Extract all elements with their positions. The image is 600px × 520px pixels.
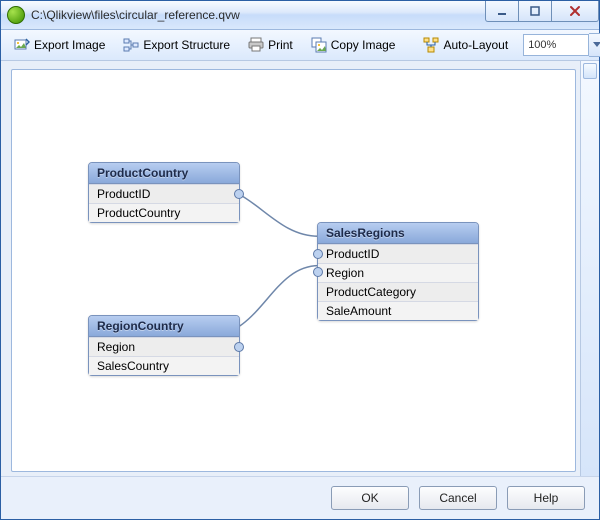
chevron-down-icon [593, 42, 600, 48]
table-header: SalesRegions [318, 223, 478, 244]
body-area: ProductCountry ProductID ProductCountry … [1, 61, 599, 476]
table-productcountry[interactable]: ProductCountry ProductID ProductCountry [88, 162, 240, 223]
connector-dot [234, 342, 244, 352]
zoom-dropdown[interactable] [589, 33, 600, 57]
help-button[interactable]: Help [507, 486, 585, 510]
ok-button[interactable]: OK [331, 486, 409, 510]
toolbar: Export Image Export Structure Print Copy… [1, 30, 599, 61]
export-structure-button[interactable]: Export Structure [116, 33, 237, 57]
table-regioncountry[interactable]: RegionCountry Region SalesCountry [88, 315, 240, 376]
table-field: Region [318, 263, 478, 282]
print-button[interactable]: Print [241, 33, 300, 57]
table-field: ProductID [318, 244, 478, 263]
table-header: ProductCountry [89, 163, 239, 184]
table-field: ProductCountry [89, 203, 239, 222]
table-field: ProductID [89, 184, 239, 203]
table-field: Region [89, 337, 239, 356]
auto-layout-button[interactable]: Auto-Layout [416, 33, 515, 57]
export-image-label: Export Image [34, 38, 105, 52]
table-header: RegionCountry [89, 316, 239, 337]
dialog-button-bar: OK Cancel Help [1, 476, 599, 519]
minimize-icon [496, 5, 508, 17]
maximize-icon [529, 5, 541, 17]
copy-image-button[interactable]: Copy Image [304, 33, 403, 57]
export-structure-label: Export Structure [143, 38, 230, 52]
minimize-button[interactable] [485, 1, 519, 22]
close-icon [568, 5, 582, 17]
table-salesregions[interactable]: SalesRegions ProductID Region ProductCat… [317, 222, 479, 321]
maximize-button[interactable] [518, 1, 552, 22]
connector-dot [234, 189, 244, 199]
title-bar: C:\Qlikview\files\circular_reference.qvw [1, 1, 599, 30]
cancel-button[interactable]: Cancel [419, 486, 497, 510]
export-image-button[interactable]: Export Image [7, 33, 112, 57]
connector-dot [313, 249, 323, 259]
close-button[interactable] [551, 1, 599, 22]
print-icon [248, 37, 264, 53]
table-field: ProductCategory [318, 282, 478, 301]
table-viewer-canvas[interactable]: ProductCountry ProductID ProductCountry … [11, 69, 576, 472]
connector-dot [313, 267, 323, 277]
app-icon [7, 6, 25, 24]
print-label: Print [268, 38, 293, 52]
connection-lines [12, 70, 575, 471]
copy-image-label: Copy Image [331, 38, 396, 52]
table-field: SalesCountry [89, 356, 239, 375]
zoom-input[interactable]: 100% [523, 34, 589, 56]
export-image-icon [14, 37, 30, 53]
export-structure-icon [123, 37, 139, 53]
window-controls [486, 1, 599, 29]
auto-layout-label: Auto-Layout [443, 38, 508, 52]
vertical-scrollbar[interactable] [580, 61, 599, 476]
auto-layout-icon [423, 37, 439, 53]
table-field: SaleAmount [318, 301, 478, 320]
window-title: C:\Qlikview\files\circular_reference.qvw [31, 8, 486, 22]
copy-image-icon [311, 37, 327, 53]
canvas-wrap: ProductCountry ProductID ProductCountry … [1, 61, 580, 476]
app-window: C:\Qlikview\files\circular_reference.qvw… [0, 0, 600, 520]
